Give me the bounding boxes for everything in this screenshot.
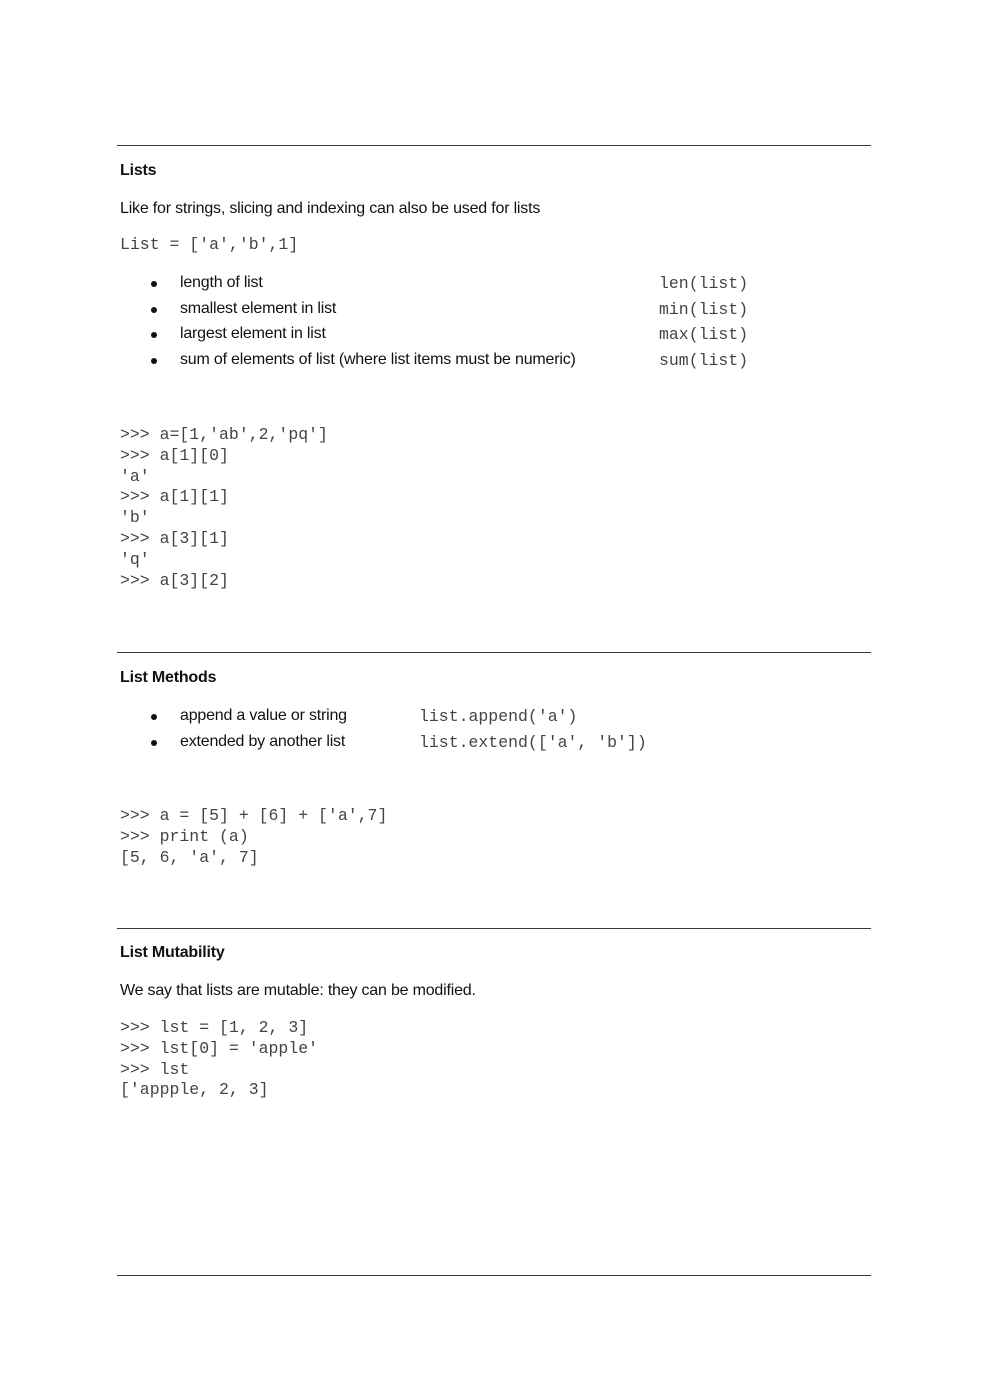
bullet-code: list.append('a') (419, 707, 578, 726)
bullet-icon (151, 307, 157, 313)
section-divider (117, 928, 871, 929)
list-mutability-repl-example: >>> lst = [1, 2, 3] >>> lst[0] = 'apple'… (120, 1018, 318, 1101)
repl-line: >>> a[1][0] (120, 445, 229, 465)
page-bottom-divider (117, 1275, 871, 1276)
bullet-icon (151, 281, 157, 287)
repl-line: >>> a[3][2] (120, 570, 229, 590)
section-title-list-mutability: List Mutability (120, 944, 225, 961)
repl-line: >>> lst (120, 1059, 190, 1079)
list-methods-repl-example: >>> a = [5] + [6] + ['a',7] >>> print (a… (120, 806, 387, 868)
bullet-icon (151, 358, 157, 364)
repl-line: >>> a=[1,'ab',2,'pq'] (120, 425, 328, 444)
repl-line: [5, 6, 'a', 7] (120, 847, 259, 867)
bullet-text: largest element in list (180, 325, 326, 342)
bullet-code: sum(list) (659, 351, 749, 370)
bullet-code: max(list) (659, 325, 749, 344)
repl-line: 'b' (120, 508, 150, 528)
bullet-icon (151, 740, 157, 746)
section-divider (117, 145, 871, 146)
repl-line: >>> a = [5] + [6] + ['a',7] (120, 806, 388, 825)
bullet-icon (151, 332, 157, 338)
repl-line: >>> lst = [1, 2, 3] (120, 1018, 309, 1037)
bullet-text: smallest element in list (180, 300, 337, 317)
bullet-code: len(list) (659, 274, 749, 293)
repl-line: >>> print (a) (120, 826, 249, 846)
section-divider (117, 652, 871, 653)
repl-line: 'a' (120, 466, 150, 486)
bullet-code: list.extend(['a', 'b']) (419, 733, 647, 752)
lists-code-example: List = ['a','b',1] (120, 235, 299, 254)
lists-intro: Like for strings, slicing and indexing c… (120, 200, 541, 217)
repl-line: >>> lst[0] = 'apple' (120, 1038, 319, 1058)
repl-line: >>> a[1][1] (120, 487, 229, 507)
bullet-text: append a value or string (180, 707, 347, 724)
list-mutability-intro: We say that lists are mutable: they can … (120, 982, 476, 999)
section-title-list-methods: List Methods (120, 669, 217, 686)
repl-line: >>> a[3][1] (120, 528, 229, 548)
bullet-text: extended by another list (180, 733, 346, 750)
lists-repl-example: >>> a=[1,'ab',2,'pq'] >>> a[1][0] 'a' >>… (120, 425, 328, 591)
bullet-code: min(list) (659, 300, 749, 319)
repl-line: 'q' (120, 549, 150, 569)
repl-line: ['appple, 2, 3] (120, 1080, 269, 1100)
bullet-text: sum of elements of list (where list item… (180, 351, 576, 368)
bullet-text: length of list (180, 274, 263, 291)
section-title-lists: Lists (120, 162, 157, 179)
bullet-icon (151, 714, 157, 720)
